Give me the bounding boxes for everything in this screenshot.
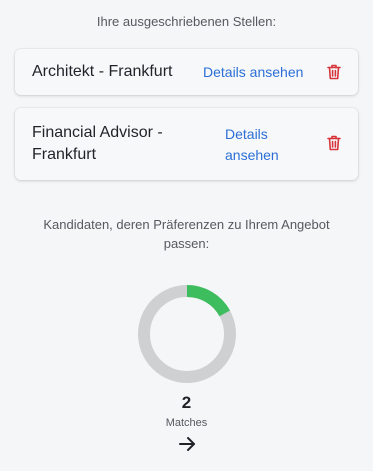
- match-count: 2: [181, 393, 192, 412]
- match-donut-chart: [138, 285, 236, 383]
- trash-icon[interactable]: [327, 135, 341, 151]
- posted-jobs-heading: Ihre ausgeschriebenen Stellen:: [96, 14, 277, 29]
- job-title: Architekt - Frankfurt: [32, 63, 173, 80]
- match-label: Matches: [165, 417, 208, 429]
- arrow-right-icon[interactable]: [177, 434, 197, 454]
- details-link[interactable]: Details ansehen: [203, 62, 303, 83]
- details-link[interactable]: Details ansehen: [225, 124, 305, 166]
- trash-icon[interactable]: [327, 64, 341, 80]
- job-title: Financial Advisor - Frankfurt: [32, 124, 163, 163]
- job-card: Architekt - Frankfurt Details ansehen: [15, 49, 358, 95]
- job-card: Financial Advisor - Frankfurt Details an…: [15, 108, 358, 180]
- candidates-heading: Kandidaten, deren Präferenzen zu Ihrem A…: [43, 217, 330, 251]
